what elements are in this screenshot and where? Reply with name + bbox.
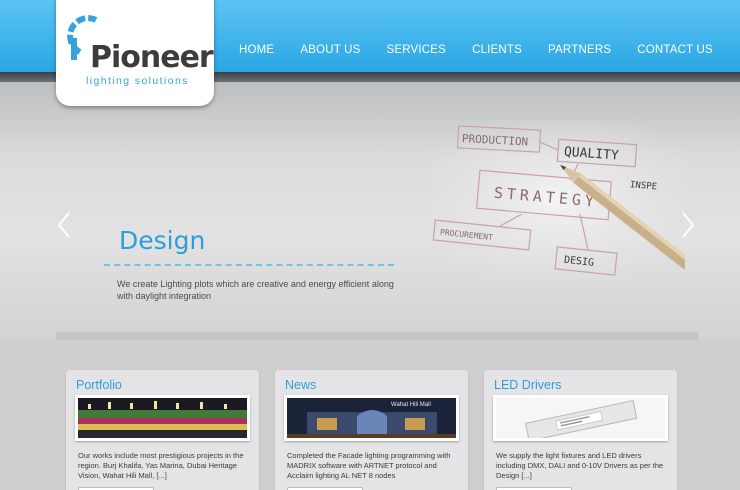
slide-divider: [104, 264, 394, 266]
mall-sign: Wahat Hili Mall: [391, 402, 431, 408]
nav-about-us[interactable]: ABOUT US: [300, 44, 360, 56]
slide-description: We create Lighting plots which are creat…: [117, 279, 394, 301]
card-text: Our works include most prestigious proje…: [78, 451, 244, 481]
logo[interactable]: Pioneer lighting solutions: [56, 0, 214, 106]
main-nav: HOME ABOUT US SERVICES CLIENTS PARTNERS …: [226, 44, 726, 56]
brand-tagline: lighting solutions: [86, 75, 189, 87]
card-title[interactable]: News: [285, 378, 316, 392]
card-title[interactable]: Portfolio: [76, 378, 122, 392]
brand-name: Pioneer: [90, 40, 214, 75]
nav-home[interactable]: HOME: [239, 44, 274, 56]
nav-partners[interactable]: PARTNERS: [548, 44, 611, 56]
card-text: Completed the Facade lighting programmin…: [287, 451, 451, 481]
lit-building-night-photo[interactable]: [75, 395, 250, 441]
slider-shelf: [56, 332, 698, 340]
slide-title: Design: [119, 226, 206, 255]
strategy-sketch-image: PRODUCTION QUALITY STRATEGY PROCUREMENT …: [430, 120, 685, 280]
wahat-hili-mall-night-photo[interactable]: Wahat Hili Mall: [284, 395, 459, 441]
led-drivers-card: LED Drivers We supply the light fixtures…: [484, 370, 677, 490]
led-driver-product-photo[interactable]: [493, 395, 668, 442]
card-text: We supply the light fixtures and LED dri…: [496, 451, 664, 481]
card-title[interactable]: LED Drivers: [494, 378, 561, 392]
chevron-left-icon[interactable]: [57, 212, 71, 238]
nav-services[interactable]: SERVICES: [387, 44, 447, 56]
portfolio-card: Portfolio Our works include most prestig…: [66, 370, 259, 490]
nav-contact-us[interactable]: CONTACT US: [637, 44, 713, 56]
nav-clients[interactable]: CLIENTS: [472, 44, 522, 56]
news-card: News Wahat Hili Mall Completed the Facad…: [275, 370, 468, 490]
